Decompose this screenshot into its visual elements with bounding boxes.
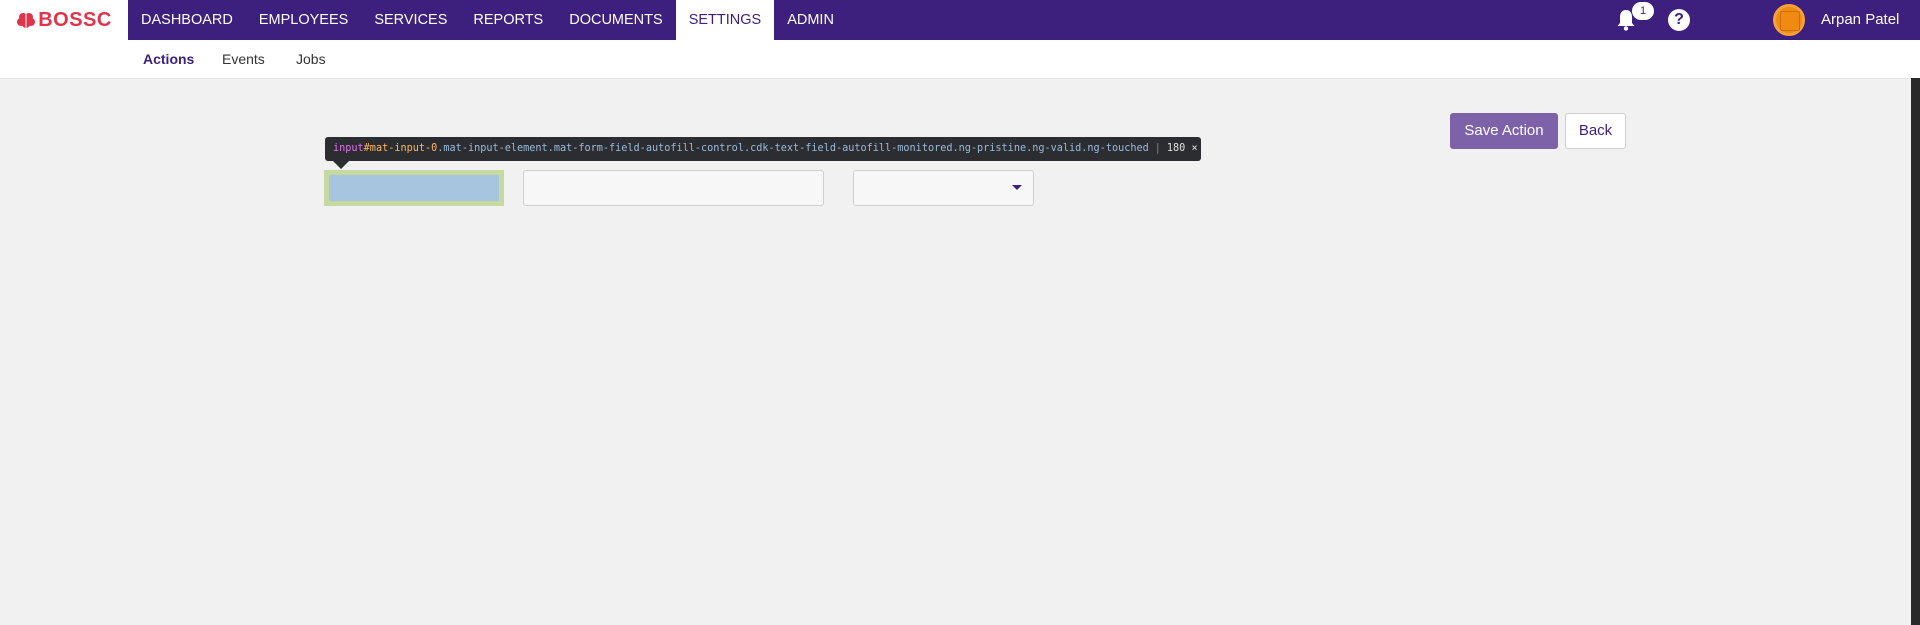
scrollbar[interactable] <box>1911 78 1920 625</box>
save-action-button[interactable]: Save Action <box>1450 113 1558 149</box>
nav-admin[interactable]: ADMIN <box>774 0 847 40</box>
tooltip-tag: input <box>333 143 364 154</box>
action-name-input[interactable] <box>324 170 504 206</box>
chevron-down-icon[interactable] <box>1012 185 1022 190</box>
nav-dashboard[interactable]: DASHBOARD <box>128 0 246 40</box>
avatar[interactable] <box>1773 4 1805 36</box>
tooltip-classes: .mat-input-element.mat-form-field-autofi… <box>437 143 1149 154</box>
nav-settings[interactable]: SETTINGS <box>675 0 775 40</box>
brain-logo-icon <box>17 13 36 28</box>
back-button[interactable]: Back <box>1565 113 1626 149</box>
tooltip-arrow <box>333 161 349 169</box>
tooltip-size: 180 × 36 <box>1166 143 1201 154</box>
tooltip-separator: | <box>1154 143 1161 154</box>
top-navbar: BOSSC DASHBOARD EMPLOYEES SERVICES REPOR… <box>0 0 1920 40</box>
subnav-events[interactable]: Events <box>222 40 265 78</box>
description-input[interactable] <box>523 170 824 206</box>
settings-subnav: Actions Events Jobs <box>0 40 1920 79</box>
brand-logo[interactable]: BOSSC <box>0 0 128 40</box>
help-icon[interactable]: ? <box>1668 9 1690 31</box>
avatar-image <box>1780 11 1800 31</box>
brand-name: BOSSC <box>38 8 112 31</box>
nav-reports[interactable]: REPORTS <box>460 0 556 40</box>
nav-employees[interactable]: EMPLOYEES <box>246 0 361 40</box>
nav-services[interactable]: SERVICES <box>361 0 460 40</box>
tooltip-id: #mat-input-0 <box>363 143 438 154</box>
main-nav: DASHBOARD EMPLOYEES SERVICES REPORTS DOC… <box>128 0 847 40</box>
nav-documents[interactable]: DOCUMENTS <box>556 0 675 40</box>
user-name[interactable]: Arpan Patel <box>1821 0 1899 40</box>
notification-badge: 1 <box>1632 2 1654 20</box>
subnav-actions[interactable]: Actions <box>143 40 194 78</box>
type-select[interactable] <box>853 170 1034 206</box>
devtools-inspect-tooltip: input #mat-input-0 .mat-input-element.mat-… <box>325 137 1201 161</box>
subnav-jobs[interactable]: Jobs <box>296 40 326 78</box>
